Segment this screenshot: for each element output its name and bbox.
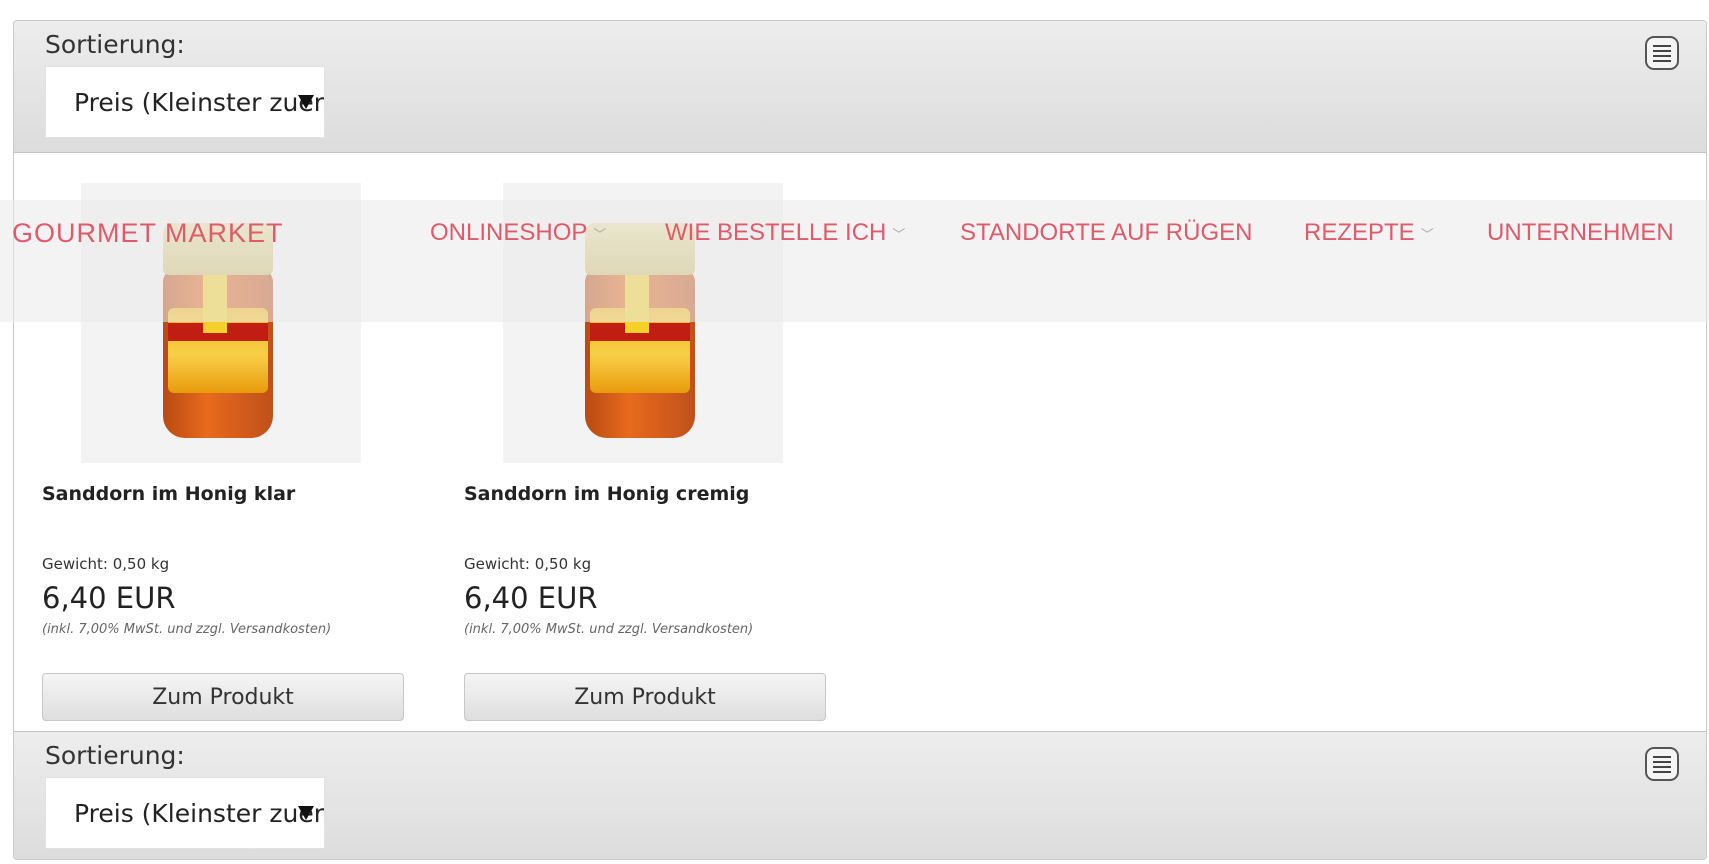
sort-selected-value: Preis (Kleinster zuerst) xyxy=(74,87,324,117)
product-name[interactable]: Sanddorn im Honig cremig xyxy=(464,483,749,505)
product-name[interactable]: Sanddorn im Honig klar xyxy=(42,483,295,505)
dropdown-arrow-icon xyxy=(298,95,314,109)
chevron-down-icon: ﹀ xyxy=(892,227,906,243)
dropdown-arrow-icon xyxy=(298,806,314,820)
tax-note: (inkl. 7,00% MwSt. und zzgl. Versandkost… xyxy=(464,622,754,637)
product-price: 6,40 EUR xyxy=(464,581,598,615)
sort-select[interactable]: Preis (Kleinster zuerst) xyxy=(45,777,325,849)
chevron-down-icon: ﹀ xyxy=(593,227,607,243)
nav-item-onlineshop[interactable]: ONLINESHOP ﹀ xyxy=(430,219,606,247)
nav-item-wie-bestelle-ich[interactable]: WIE BESTELLE ICH ﹀ xyxy=(665,219,905,247)
sort-select[interactable]: Preis (Kleinster zuerst) xyxy=(45,66,325,138)
sort-label: Sortierung: xyxy=(45,741,185,770)
nav-item-unternehmen[interactable]: UNTERNEHMEN xyxy=(1487,219,1674,247)
logo-text: GOURMET MARKET xyxy=(12,218,284,248)
product-weight: Gewicht: 0,50 kg xyxy=(42,555,170,573)
sort-label: Sortierung: xyxy=(45,30,185,59)
to-product-button[interactable]: Zum Produkt xyxy=(42,673,404,721)
product-price: 6,40 EUR xyxy=(42,581,176,615)
chevron-down-icon: ﹀ xyxy=(1420,227,1434,243)
list-view-icon[interactable] xyxy=(1645,36,1679,70)
site-logo[interactable]: GOURMET MARKET xyxy=(12,218,284,249)
sort-bar-top: Sortierung: Preis (Kleinster zuerst) xyxy=(14,21,1706,153)
sort-bar-bottom: Sortierung: Preis (Kleinster zuerst) xyxy=(14,731,1706,859)
product-listing: Sortierung: Preis (Kleinster zuerst) San… xyxy=(13,20,1707,860)
list-view-icon[interactable] xyxy=(1645,747,1679,781)
tax-note: (inkl. 7,00% MwSt. und zzgl. Versandkost… xyxy=(42,622,332,637)
to-product-button[interactable]: Zum Produkt xyxy=(464,673,826,721)
sort-selected-value: Preis (Kleinster zuerst) xyxy=(74,798,324,828)
nav-item-rezepte[interactable]: REZEPTE ﹀ xyxy=(1304,219,1434,247)
product-weight: Gewicht: 0,50 kg xyxy=(464,555,592,573)
nav-item-standorte[interactable]: STANDORTE AUF RÜGEN xyxy=(960,219,1252,247)
